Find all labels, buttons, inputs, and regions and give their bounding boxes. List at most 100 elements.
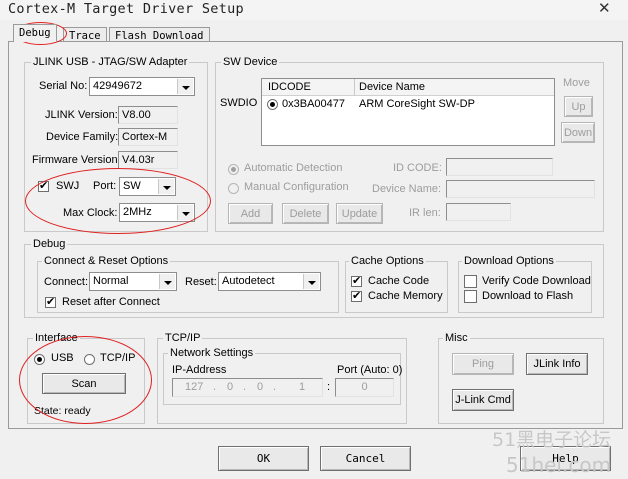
move-up-label: Up bbox=[571, 100, 586, 113]
manual-configuration-label: Manual Configuration bbox=[244, 181, 349, 193]
tcpip-group-title: TCP/IP bbox=[163, 332, 203, 344]
sw-device-title: SW Device bbox=[221, 56, 280, 68]
move-down-label: Down bbox=[563, 126, 593, 139]
ip-octet-2: 0 bbox=[227, 381, 234, 393]
move-down-button[interactable]: Down bbox=[561, 122, 595, 143]
connect-label: Connect: bbox=[44, 276, 89, 288]
cancel-label: Cancel bbox=[345, 452, 386, 465]
tcp-port-input[interactable]: 0 bbox=[335, 378, 394, 397]
port-select[interactable]: SW bbox=[119, 177, 176, 196]
download-to-flash-label: Download to Flash bbox=[482, 290, 574, 302]
verify-code-download-label: Verify Code Download bbox=[482, 275, 591, 287]
port-label: Port: bbox=[93, 180, 117, 192]
cache-options-title: Cache Options bbox=[349, 255, 426, 267]
cache-code-label: Cache Code bbox=[368, 275, 430, 287]
chevron-down-icon[interactable] bbox=[177, 205, 193, 220]
update-button[interactable]: Update bbox=[336, 203, 383, 224]
reset-select[interactable]: Autodetect bbox=[218, 272, 321, 291]
firmware-version-label: Firmware Version: bbox=[32, 154, 121, 166]
max-clock-select[interactable]: 2MHz bbox=[119, 203, 195, 222]
ip-address-label: IP-Address bbox=[172, 364, 227, 376]
interface-title: Interface bbox=[33, 332, 80, 344]
move-up-button[interactable]: Up bbox=[564, 96, 593, 117]
close-icon[interactable]: ✕ bbox=[598, 0, 611, 17]
tab-trace[interactable]: Trace bbox=[63, 27, 107, 42]
ok-button[interactable]: OK bbox=[218, 446, 309, 471]
tab-debug-label: Debug bbox=[19, 27, 51, 39]
chevron-down-icon[interactable] bbox=[158, 179, 174, 194]
serial-value: 42949672 bbox=[93, 80, 142, 92]
window-title: Cortex-M Target Driver Setup bbox=[8, 1, 244, 17]
download-to-flash-checkbox[interactable] bbox=[464, 290, 477, 303]
cache-memory-checkbox[interactable] bbox=[351, 289, 362, 303]
dialog-window: Cortex-M Target Driver Setup ✕ Debug Tra… bbox=[0, 0, 628, 479]
reset-value: Autodetect bbox=[222, 275, 275, 287]
debug-group-title: Debug bbox=[31, 238, 68, 250]
automatic-detection-label: Automatic Detection bbox=[244, 162, 343, 174]
row-select-radio[interactable] bbox=[267, 99, 278, 110]
ip-address-input[interactable]: 127 . 0 . 0 . 1 bbox=[172, 378, 323, 397]
ip-octet-3: 0 bbox=[257, 381, 264, 393]
firmware-version-field: V4.03r bbox=[118, 151, 178, 169]
state-text: State: ready bbox=[34, 405, 91, 417]
verify-code-download-checkbox[interactable] bbox=[464, 275, 477, 288]
port-auto-label: Port (Auto: 0) bbox=[337, 364, 403, 376]
watermark-url: 51hei.com bbox=[506, 453, 612, 477]
delete-button[interactable]: Delete bbox=[282, 203, 329, 224]
max-clock-label: Max Clock: bbox=[63, 207, 118, 219]
jlink-info-label: JLink Info bbox=[533, 358, 581, 370]
usb-label: USB bbox=[51, 352, 74, 364]
misc-title: Misc bbox=[443, 332, 470, 344]
misc-group bbox=[438, 338, 604, 424]
connect-select[interactable]: Normal bbox=[89, 272, 177, 291]
scan-button[interactable]: Scan bbox=[42, 373, 126, 394]
chevron-down-icon[interactable] bbox=[177, 79, 193, 94]
row-idcode: 0x3BA00477 bbox=[282, 98, 345, 110]
add-button[interactable]: Add bbox=[228, 203, 273, 224]
chevron-down-icon[interactable] bbox=[303, 274, 319, 289]
swj-checkbox[interactable] bbox=[38, 179, 49, 193]
download-options-group bbox=[458, 261, 592, 313]
table-row[interactable]: 0x3BA00477 ARM CoreSight SW-DP bbox=[262, 96, 554, 113]
device-family-field: Cortex-M bbox=[118, 128, 178, 146]
download-options-title: Download Options bbox=[462, 255, 556, 267]
connect-value: Normal bbox=[93, 275, 129, 287]
scan-label: Scan bbox=[71, 377, 97, 390]
column-header-device-name: Device Name bbox=[359, 81, 426, 93]
tab-debug[interactable]: Debug bbox=[13, 24, 57, 42]
jlink-info-button[interactable]: JLink Info bbox=[526, 353, 588, 375]
ping-label: Ping bbox=[471, 358, 495, 370]
tcpip-radio[interactable] bbox=[84, 354, 95, 365]
usb-radio[interactable] bbox=[34, 354, 45, 365]
device-family-label: Device Family: bbox=[46, 131, 119, 143]
move-label: Move bbox=[563, 77, 590, 89]
ir-len-input[interactable] bbox=[446, 203, 511, 221]
ip-dot: . bbox=[213, 381, 217, 393]
device-name-input[interactable] bbox=[446, 180, 595, 198]
idcode-input[interactable] bbox=[446, 158, 553, 176]
cache-code-checkbox[interactable] bbox=[351, 274, 362, 288]
max-clock-value: 2MHz bbox=[123, 206, 152, 218]
column-header-idcode: IDCODE bbox=[268, 81, 311, 93]
serial-label: Serial No: bbox=[39, 80, 88, 92]
port-colon: : bbox=[327, 381, 331, 393]
ip-dot: . bbox=[273, 381, 277, 393]
sw-device-table[interactable]: IDCODE Device Name 0x3BA00477 ARM CoreSi… bbox=[261, 78, 555, 146]
reset-after-connect-checkbox[interactable] bbox=[45, 295, 56, 309]
manual-configuration-radio[interactable] bbox=[228, 183, 239, 194]
cache-memory-label: Cache Memory bbox=[368, 290, 443, 302]
serial-select[interactable]: 42949672 bbox=[89, 77, 195, 96]
network-settings-title: Network Settings bbox=[168, 347, 256, 359]
tcpip-label: TCP/IP bbox=[100, 352, 136, 364]
automatic-detection-radio[interactable] bbox=[228, 164, 239, 175]
ir-len-label: IR len: bbox=[409, 207, 441, 219]
jlink-cmd-button[interactable]: J-Link Cmd bbox=[452, 389, 514, 411]
cancel-button[interactable]: Cancel bbox=[320, 446, 411, 471]
tab-flash-download[interactable]: Flash Download bbox=[109, 27, 210, 42]
ping-button[interactable]: Ping bbox=[452, 353, 514, 375]
device-name-label: Device Name: bbox=[372, 183, 442, 195]
reset-label: Reset: bbox=[185, 276, 217, 288]
chevron-down-icon[interactable] bbox=[159, 274, 175, 289]
add-label: Add bbox=[240, 207, 261, 220]
jlink-version-field: V8.00 bbox=[118, 106, 178, 124]
